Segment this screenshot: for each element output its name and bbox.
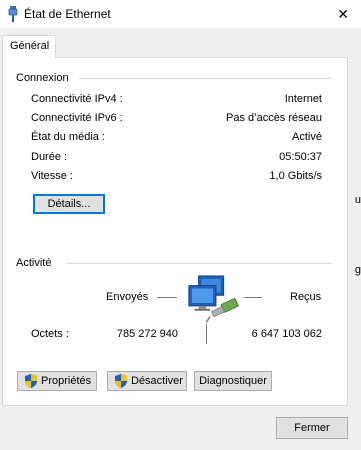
media-state-value: Activé: [292, 131, 322, 143]
ipv4-label: Connectivité IPv4 :: [31, 93, 123, 105]
connection-group-label: Connexion: [16, 72, 73, 84]
uac-shield-icon: [25, 374, 37, 388]
bytes-sent-value: 785 272 940: [116, 328, 178, 340]
background-text-fragment: u: [354, 194, 361, 206]
activity-group-label: Activité: [16, 257, 56, 269]
activity-divider: [206, 324, 207, 344]
ipv4-value: Internet: [284, 93, 322, 105]
connection-group-divider: [79, 78, 332, 79]
properties-button[interactable]: Propriétés: [17, 371, 97, 391]
ethernet-plug-icon: [8, 6, 18, 22]
tab-general[interactable]: Général: [2, 35, 56, 58]
speed-value: 1,0 Gbits/s: [269, 170, 322, 182]
received-line: [244, 297, 262, 298]
speed-label: Vitesse :: [31, 170, 73, 182]
sent-line: [157, 297, 177, 298]
ipv6-value: Pas d’accès réseau: [226, 112, 322, 124]
window-title: État de Ethernet: [24, 7, 111, 21]
disable-button-label: Désactiver: [131, 375, 183, 387]
uac-shield-icon: [115, 374, 127, 388]
close-icon[interactable]: ✕: [337, 6, 349, 22]
bytes-label: Octets :: [31, 328, 69, 340]
activity-group-divider: [67, 263, 332, 264]
diagnose-button[interactable]: Diagnostiquer: [194, 371, 272, 391]
properties-button-label: Propriétés: [41, 375, 92, 387]
media-state-label: État du média :: [31, 131, 105, 143]
network-computers-icon: [188, 275, 239, 323]
background-text-fragment: g: [354, 264, 361, 276]
close-button[interactable]: Fermer: [276, 417, 348, 439]
details-button[interactable]: Détails...: [33, 194, 105, 214]
general-panel: Connexion Connectivité IPv4 : Internet C…: [2, 57, 348, 406]
title-bar[interactable]: État de Ethernet ✕: [0, 0, 361, 28]
disable-button[interactable]: Désactiver: [107, 371, 187, 391]
duration-value: 05:50:37: [279, 151, 322, 163]
sent-label: Envoyés: [106, 291, 149, 303]
duration-label: Durée :: [31, 151, 68, 163]
ipv6-label: Connectivité IPv6 :: [31, 112, 123, 124]
bytes-received-value: 6 647 103 062: [251, 328, 322, 340]
tab-general-label: Général: [10, 40, 50, 52]
ethernet-status-dialog: État de Ethernet ✕ Général Connexion Con…: [0, 0, 361, 450]
received-label: Reçus: [290, 291, 322, 303]
